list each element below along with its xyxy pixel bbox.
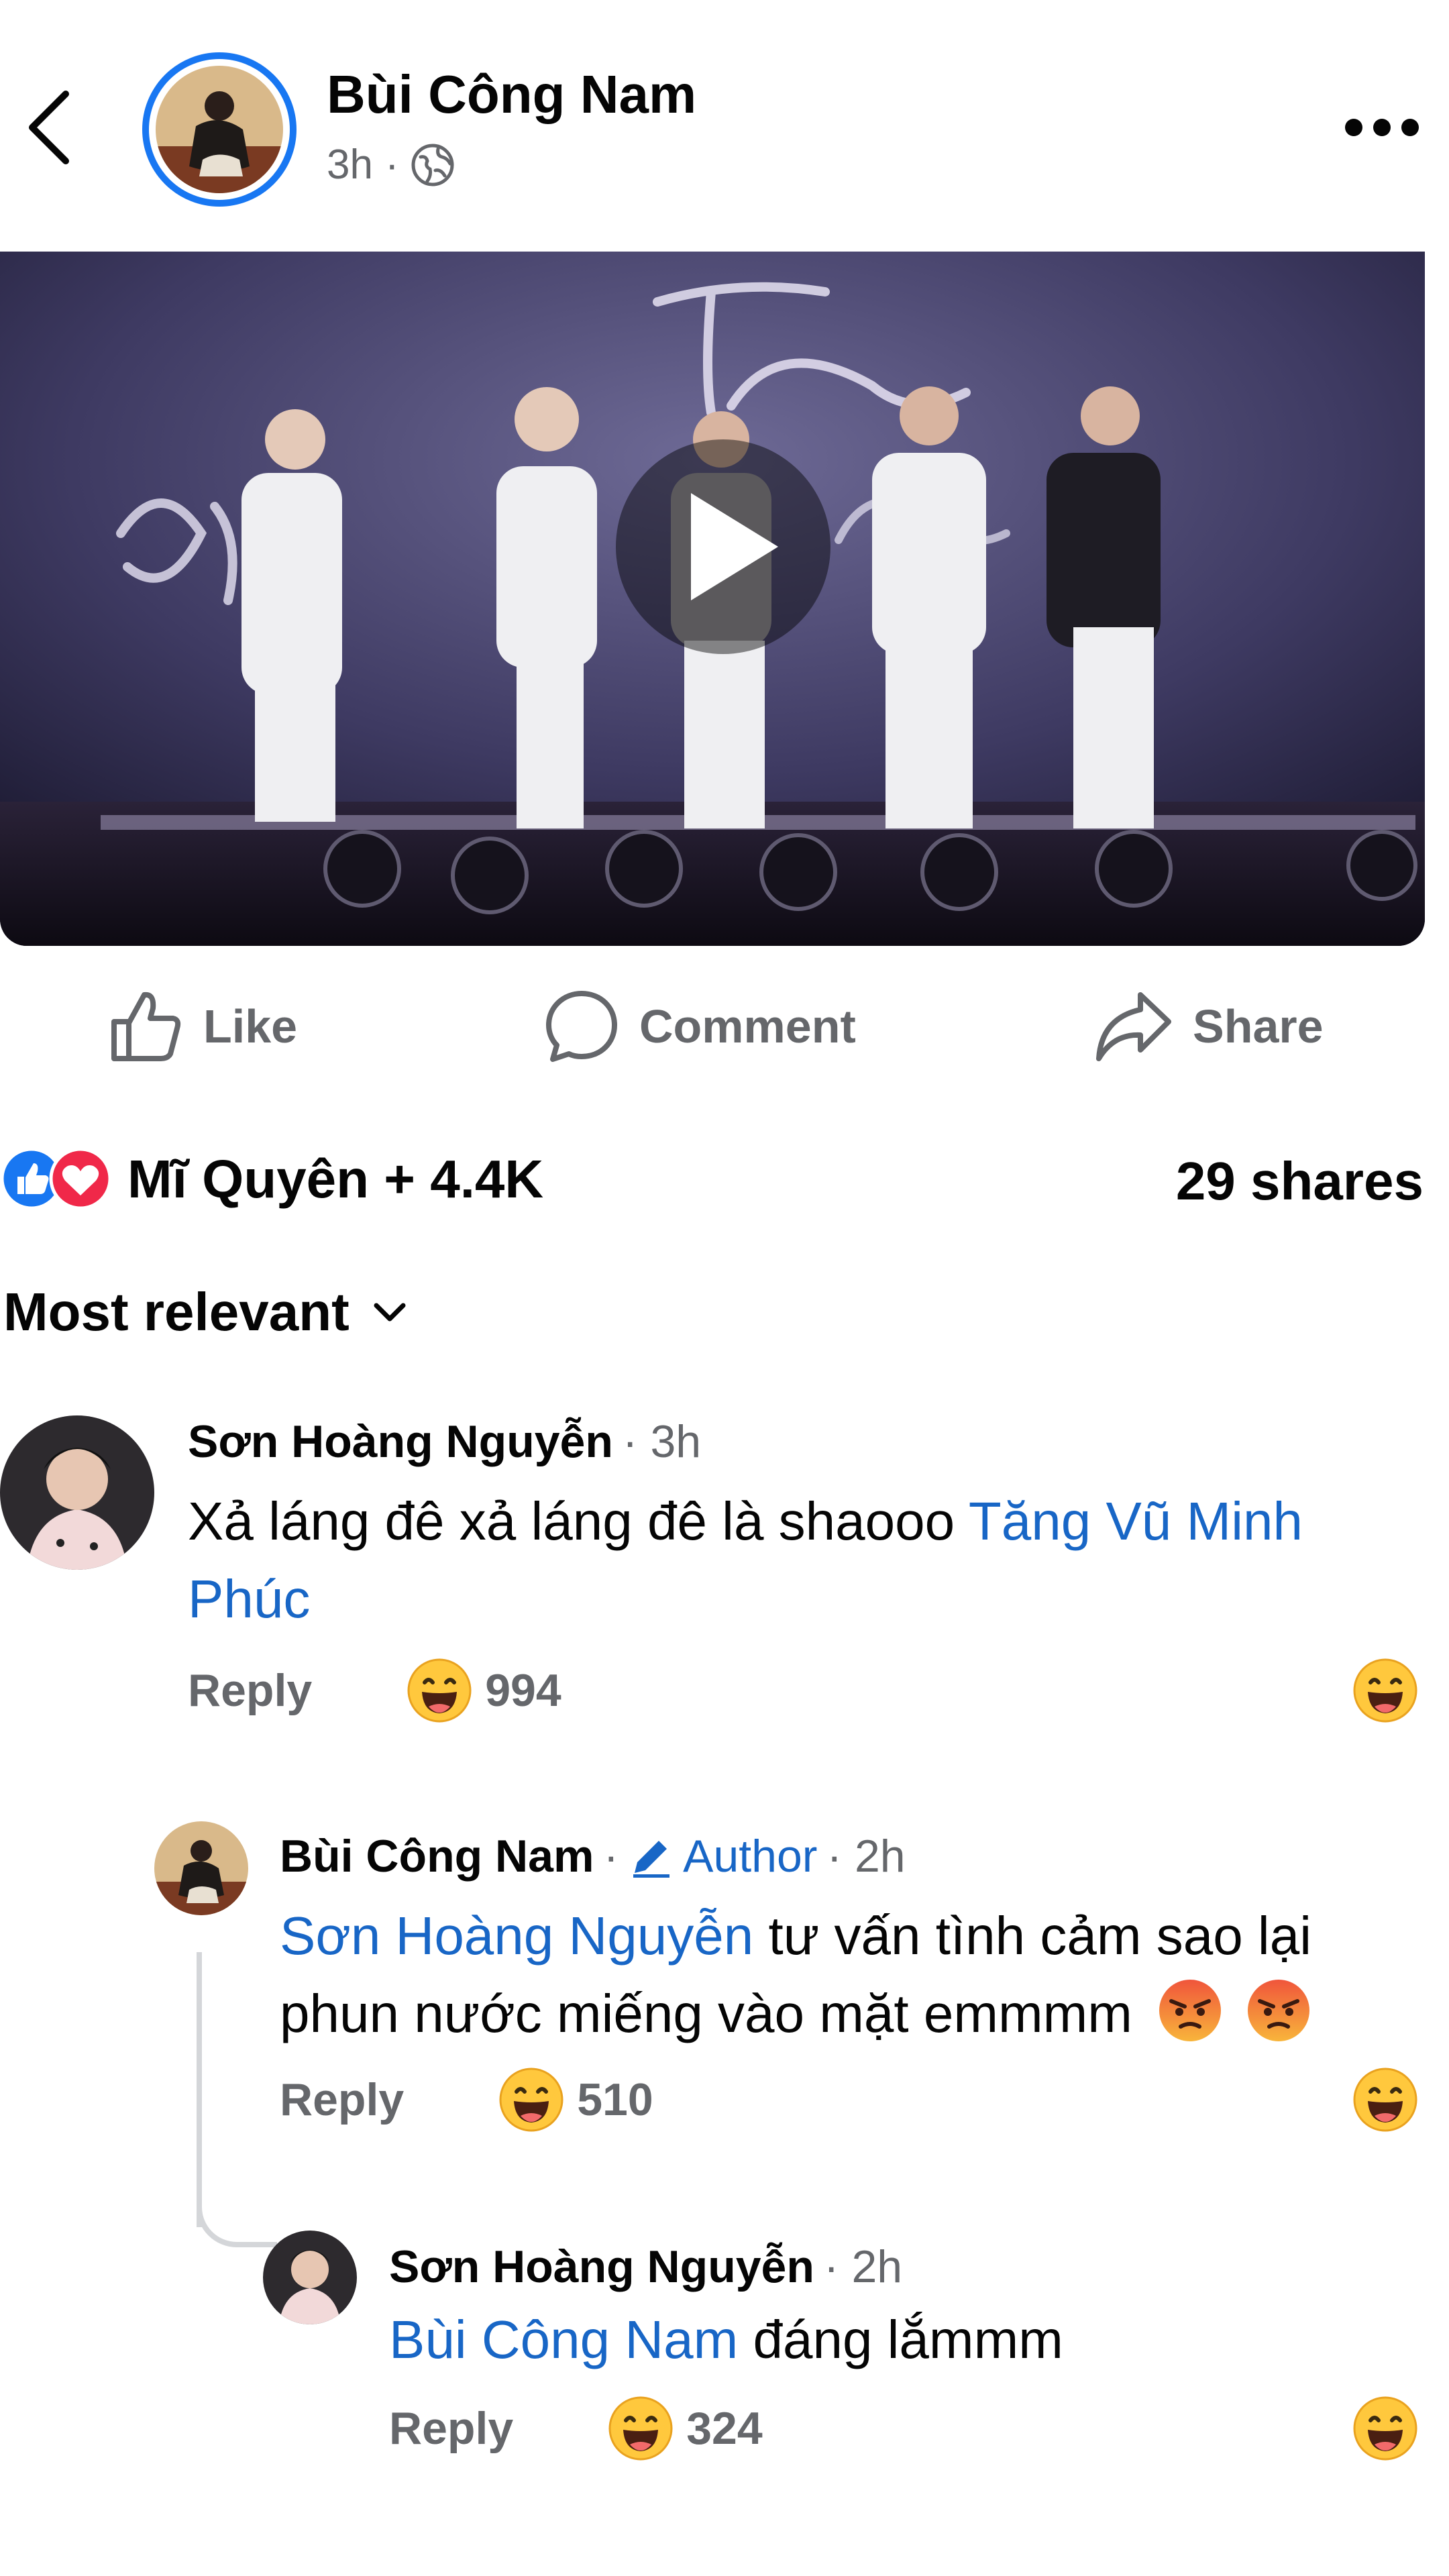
author-name[interactable]: Bùi Công Nam: [327, 64, 696, 125]
post-time[interactable]: 3h: [327, 141, 373, 189]
comment-text: đáng lắmmm: [738, 2310, 1063, 2369]
video-player[interactable]: [0, 252, 1425, 946]
laugh-emoji-icon: [499, 2068, 564, 2132]
reaction-count[interactable]: 324: [607, 2395, 763, 2462]
like-label: Like: [203, 1000, 298, 1053]
reactors-text: Mĩ Quyên + 4.4K: [127, 1148, 544, 1209]
comment-label: Comment: [639, 1000, 856, 1053]
commenter-name[interactable]: Sơn Hoàng Nguyễn: [188, 1415, 613, 1468]
react-emoji-icon[interactable]: [1352, 2395, 1419, 2462]
sort-label: Most relevant: [3, 1282, 350, 1342]
love-reaction-icon: [49, 1147, 112, 1210]
react-emoji-icon[interactable]: [1352, 1657, 1419, 1724]
laugh-emoji-icon: [608, 2396, 673, 2461]
comment-time[interactable]: · 2h: [824, 2241, 902, 2293]
comment-sort-dropdown[interactable]: Most relevant: [3, 1281, 410, 1343]
reply-button[interactable]: Reply: [280, 2074, 404, 2126]
comment-bubble-icon: [546, 990, 617, 1062]
thumbs-up-icon: [111, 991, 181, 1061]
comment-body: Sơn Hoàng Nguyễn tư vấn tình cảm sao lại…: [280, 1897, 1420, 2053]
comment-actions: Reply 324: [389, 2395, 1419, 2462]
comment-button[interactable]: Comment: [543, 979, 856, 1073]
laugh-emoji-icon: [407, 1658, 472, 1723]
comment-author: Bùi Công Nam · Author · 2h: [280, 1830, 906, 1882]
pencil-icon: [633, 1841, 670, 1878]
angry-emoji-icon: [1159, 1980, 1222, 2041]
chevron-left-icon: [29, 91, 69, 164]
comment-text: Xả láng đê xả láng đê là shaooo: [188, 1491, 969, 1551]
author-badge: Author: [683, 1831, 818, 1882]
video-thumbnail: [0, 252, 1425, 946]
commenter-avatar[interactable]: [0, 1415, 154, 1570]
reply-button[interactable]: Reply: [389, 2402, 513, 2455]
commenter-name[interactable]: Bùi Công Nam: [280, 1830, 594, 1882]
share-label: Share: [1193, 1000, 1324, 1053]
globe-icon: [411, 144, 454, 186]
reaction-count-value: 510: [577, 2074, 653, 2125]
comment-body: Bùi Công Nam đáng lắmmm: [389, 2301, 1422, 2379]
share-arrow-icon: [1096, 991, 1171, 1061]
reply-button[interactable]: Reply: [188, 1664, 312, 1717]
post-meta: 3h ·: [327, 141, 454, 189]
comment-actions: Reply 510: [280, 2066, 1419, 2133]
commenter-name[interactable]: Sơn Hoàng Nguyễn: [389, 2241, 814, 2293]
reaction-count[interactable]: 510: [498, 2066, 653, 2133]
comment-time[interactable]: · 3h: [623, 1415, 701, 1468]
reaction-count-value: 994: [485, 1665, 561, 1716]
like-button[interactable]: Like: [107, 979, 297, 1073]
comment-body: Xả láng đê xả láng đê là shaooo Tăng Vũ …: [188, 1483, 1429, 1638]
back-button[interactable]: [19, 87, 79, 168]
angry-emoji-icon: [1248, 1980, 1310, 2041]
mention-link[interactable]: Sơn Hoàng Nguyễn: [280, 1906, 753, 1966]
comment-actions: Reply 994: [188, 1657, 1419, 1724]
chevron-down-icon: [374, 1303, 406, 1322]
author-avatar[interactable]: [142, 52, 297, 207]
more-options-button[interactable]: [1342, 107, 1422, 148]
react-emoji-icon[interactable]: [1352, 2066, 1419, 2133]
reaction-count[interactable]: 994: [406, 1657, 561, 1724]
more-dots-icon: [1345, 119, 1362, 136]
reaction-summary[interactable]: Mĩ Quyên + 4.4K: [0, 1147, 543, 1211]
thread-line: [197, 1952, 202, 2227]
shares-count[interactable]: 29 shares: [1176, 1150, 1424, 1212]
reply-avatar[interactable]: [154, 1821, 248, 1915]
thread-connector: [197, 2187, 277, 2247]
reply-avatar[interactable]: [263, 2231, 357, 2324]
comment-time[interactable]: · 2h: [826, 1830, 905, 1882]
reaction-count-value: 324: [686, 2403, 763, 2454]
mention-link[interactable]: Bùi Công Nam: [389, 2310, 738, 2369]
comment-author: Sơn Hoàng Nguyễn · 3h: [188, 1415, 701, 1468]
meta-separator: ·: [384, 142, 399, 188]
comment-author: Sơn Hoàng Nguyễn · 2h: [389, 2241, 902, 2293]
share-button[interactable]: Share: [1093, 979, 1324, 1073]
